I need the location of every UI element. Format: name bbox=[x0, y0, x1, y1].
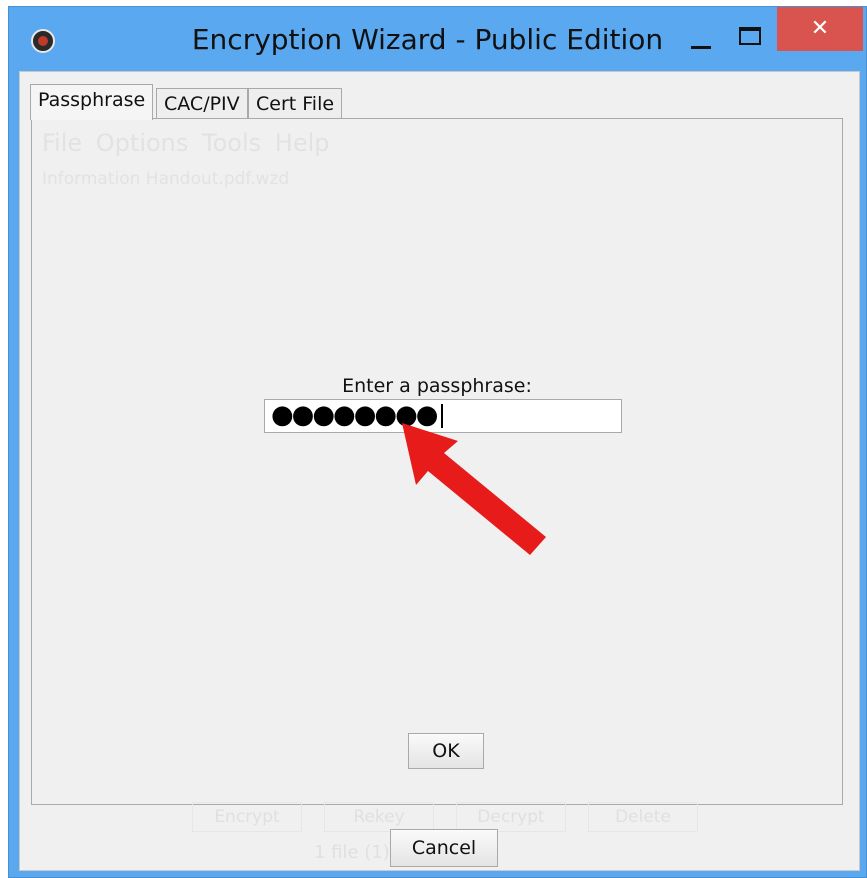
app-window: Encryption Wizard - Public Edition ✕ Pas… bbox=[8, 6, 867, 878]
cancel-button[interactable]: Cancel bbox=[390, 829, 498, 867]
window-client-area: Passphrase CAC/PIV Cert File File Option… bbox=[19, 71, 860, 871]
background-encrypt-button: Encrypt bbox=[192, 802, 302, 832]
background-decrypt-button: Decrypt bbox=[456, 802, 566, 832]
title-bar[interactable]: Encryption Wizard - Public Edition ✕ bbox=[9, 7, 866, 71]
background-menu-bar: File Options Tools Help bbox=[42, 129, 330, 157]
minimize-button[interactable] bbox=[683, 23, 721, 57]
background-file-name: Information Handout.pdf.wzd bbox=[42, 169, 290, 189]
background-rekey-button: Rekey bbox=[324, 802, 434, 832]
close-button[interactable]: ✕ bbox=[777, 7, 863, 51]
maximize-button[interactable] bbox=[731, 23, 765, 57]
passphrase-panel: File Options Tools Help Information Hand… bbox=[31, 118, 843, 805]
tab-cac-piv[interactable]: CAC/PIV bbox=[156, 88, 248, 120]
passphrase-prompt: Enter a passphrase: bbox=[342, 375, 532, 397]
background-delete-button: Delete bbox=[588, 802, 698, 832]
tab-cert-file[interactable]: Cert File bbox=[248, 88, 343, 120]
minimize-icon bbox=[691, 46, 711, 49]
tab-passphrase[interactable]: Passphrase bbox=[30, 84, 154, 120]
ok-button[interactable]: OK bbox=[408, 733, 484, 769]
red-arrow-icon bbox=[402, 423, 546, 555]
maximize-icon bbox=[739, 27, 761, 45]
